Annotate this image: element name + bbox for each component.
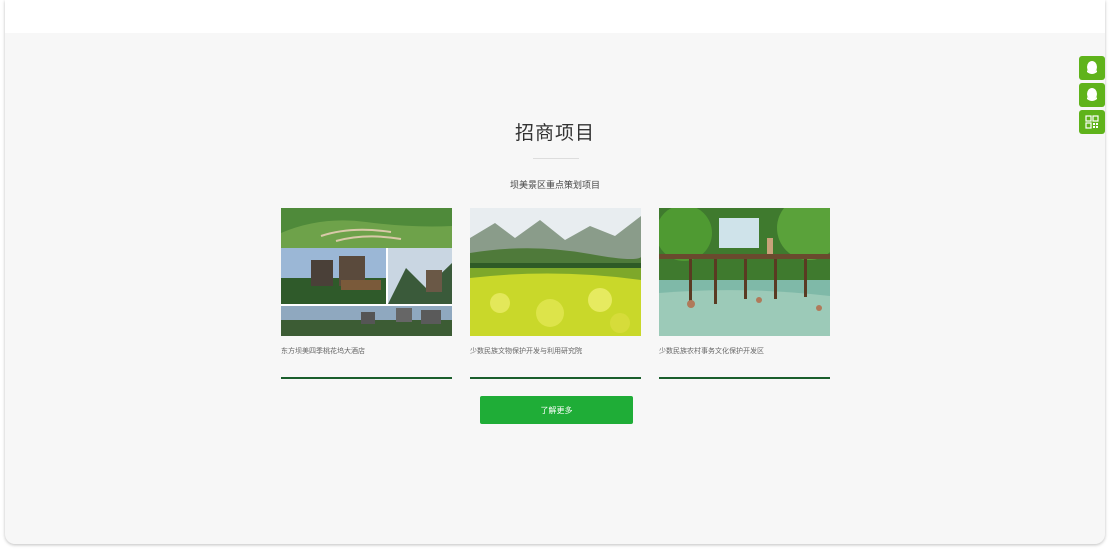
project-image-research-institute[interactable] <box>470 208 641 336</box>
card-underline <box>659 377 830 379</box>
qq-icon <box>1087 60 1097 74</box>
section-subtitle: 坝美景区重点策划项目 <box>509 181 600 191</box>
section-title: 招商项目 <box>514 122 595 144</box>
qr-code-button[interactable] <box>1079 110 1105 134</box>
header-bar <box>5 0 1105 33</box>
qq-icon <box>1087 87 1097 101</box>
qq-contact-button[interactable] <box>1079 56 1105 80</box>
project-caption-cultural-zone[interactable]: 少数民族农村事务文化保护开发区 <box>659 346 830 356</box>
project-image-cultural-zone[interactable] <box>659 208 830 336</box>
qr-code-icon <box>1085 115 1099 129</box>
learn-more-button[interactable]: 了解更多 <box>480 396 633 424</box>
card-underline <box>470 377 641 379</box>
project-card-cultural-zone[interactable]: 少数民族农村事务文化保护开发区 <box>659 208 830 379</box>
project-card-research-institute[interactable]: 少数民族文物保护开发与利用研究院 <box>470 208 641 379</box>
qq-contact-button[interactable] <box>1079 83 1105 107</box>
project-caption-hotel[interactable]: 东方坝美四季桃花坞大酒店 <box>281 346 452 356</box>
project-caption-research-institute[interactable]: 少数民族文物保护开发与利用研究院 <box>470 346 641 356</box>
project-image-hotel[interactable] <box>281 208 452 336</box>
page-frame: 招商项目 坝美景区重点策划项目 东方坝美四季桃花坞大酒店 少数民族文物保护开发与… <box>5 0 1105 544</box>
floating-contact-bar <box>1079 56 1105 137</box>
card-underline <box>281 377 452 379</box>
title-divider <box>533 158 579 159</box>
project-card-hotel[interactable]: 东方坝美四季桃花坞大酒店 <box>281 208 452 379</box>
